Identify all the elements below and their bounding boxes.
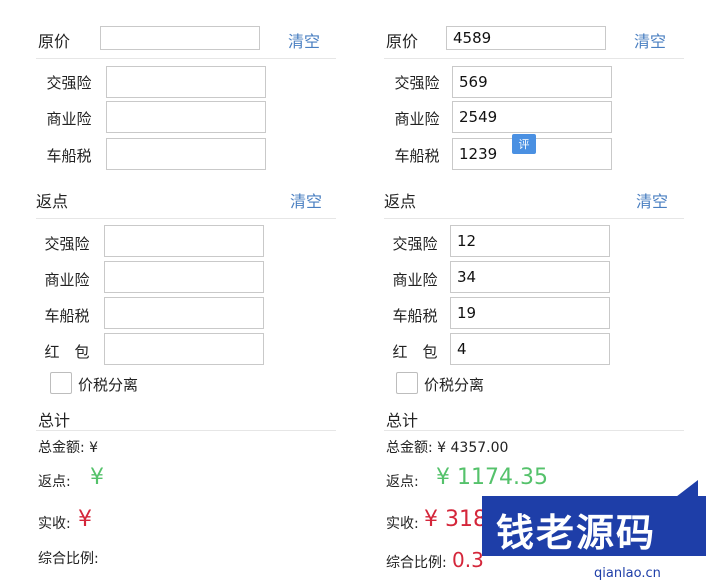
net-received-label: 实收: (386, 516, 419, 532)
divider (384, 58, 684, 59)
divider (36, 58, 336, 59)
summary-title: 总计 (386, 411, 419, 430)
insurance-label-compulsory: 交强险 (394, 74, 440, 92)
net-received-value: ¥ (78, 507, 92, 532)
overall-ratio-value: 0.3 (452, 548, 484, 572)
rebate-input-vessel-tax[interactable] (104, 297, 264, 329)
tax-separate-label: 价税分离 (424, 376, 485, 394)
insurance-label-commercial: 商业险 (394, 110, 440, 128)
insurance-label-vessel-tax: 车船税 (46, 147, 92, 165)
rebate-input-red-packet[interactable]: 4 (450, 333, 610, 365)
rebate-label-compulsory: 交强险 (44, 235, 90, 253)
rebate-label-compulsory: 交强险 (392, 235, 438, 253)
watermark-logo: 钱老源码 (482, 480, 706, 572)
clear-price-button[interactable]: 清空 (634, 28, 666, 52)
rebate-input-compulsory[interactable]: 12 (450, 225, 610, 257)
rebate-label-red-packet: 红 包 (44, 343, 90, 361)
original-price-input[interactable]: 4589 (446, 26, 606, 50)
watermark-site-url: qianlao.cn (594, 566, 661, 581)
rebate-total-value: ¥ (90, 465, 104, 490)
clear-rebate-button[interactable]: 清空 (290, 188, 322, 212)
divider (384, 218, 684, 219)
rebate-label-vessel-tax: 车船税 (44, 307, 90, 325)
left-calculator-panel: 原价 清空 交强险 商业险 车船税 返点 清空 交强险 商业险 车船税 红 包 … (36, 0, 336, 586)
total-amount: 总金额: ¥ (38, 440, 99, 456)
insurance-input-compulsory[interactable]: 569 (452, 66, 612, 98)
original-price-input[interactable] (100, 26, 260, 50)
insurance-input-commercial[interactable]: 2549 (452, 101, 612, 133)
rebate-input-vessel-tax[interactable]: 19 (450, 297, 610, 329)
insurance-label-vessel-tax: 车船税 (394, 147, 440, 165)
review-badge[interactable]: 评 (512, 134, 536, 154)
original-price-label: 原价 (386, 32, 419, 51)
rebate-section-title: 返点 (384, 192, 417, 211)
divider (36, 430, 336, 431)
rebate-input-commercial[interactable] (104, 261, 264, 293)
tax-separate-label: 价税分离 (78, 376, 139, 394)
watermark-logo-text: 钱老源码 (496, 511, 657, 555)
original-price-label: 原价 (38, 32, 71, 51)
insurance-input-vessel-tax[interactable] (106, 138, 266, 170)
insurance-input-commercial[interactable] (106, 101, 266, 133)
clear-price-button[interactable]: 清空 (288, 28, 320, 52)
insurance-label-compulsory: 交强险 (46, 74, 92, 92)
rebate-section-title: 返点 (36, 192, 69, 211)
net-received-value: ¥ 318 (424, 507, 487, 532)
tax-separate-checkbox[interactable] (50, 372, 72, 394)
net-received-label: 实收: (38, 516, 71, 532)
rebate-input-compulsory[interactable] (104, 225, 264, 257)
overall-ratio-label: 综合比例: (38, 551, 99, 567)
summary-title: 总计 (38, 411, 71, 430)
rebate-label-vessel-tax: 车船税 (392, 307, 438, 325)
tax-separate-checkbox[interactable] (396, 372, 418, 394)
rebate-label-commercial: 商业险 (44, 271, 90, 289)
rebate-total-label: 返点: (386, 474, 419, 490)
total-amount: 总金额: ¥ 4357.00 (386, 440, 509, 456)
rebate-total-label: 返点: (38, 474, 71, 490)
overall-ratio-label: 综合比例: (386, 555, 447, 571)
rebate-input-commercial[interactable]: 34 (450, 261, 610, 293)
divider (36, 218, 336, 219)
divider (384, 430, 684, 431)
insurance-label-commercial: 商业险 (46, 110, 92, 128)
clear-rebate-button[interactable]: 清空 (636, 188, 668, 212)
rebate-label-red-packet: 红 包 (392, 343, 438, 361)
insurance-input-compulsory[interactable] (106, 66, 266, 98)
rebate-input-red-packet[interactable] (104, 333, 264, 365)
rebate-label-commercial: 商业险 (392, 271, 438, 289)
